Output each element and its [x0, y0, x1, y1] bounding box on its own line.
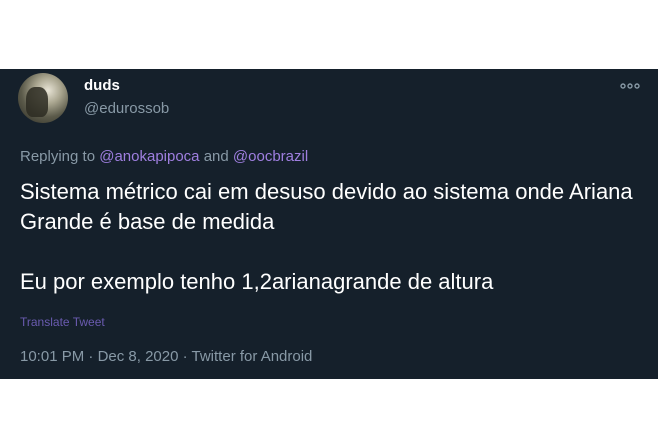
replying-conjunction: and: [199, 148, 233, 165]
translate-tweet-link[interactable]: Translate Tweet: [20, 315, 105, 329]
author-name[interactable]: duds: [84, 77, 120, 94]
tweet-time[interactable]: 10:01 PM: [20, 348, 84, 365]
mention-link-oocbrazil[interactable]: @oocbrazil: [233, 148, 308, 165]
tweet-source[interactable]: Twitter for Android: [192, 348, 313, 365]
author-handle[interactable]: @edurossob: [84, 100, 169, 117]
tweet-date[interactable]: Dec 8, 2020: [98, 348, 179, 365]
avatar[interactable]: [18, 73, 68, 123]
ellipsis-icon[interactable]: [619, 79, 641, 93]
tweet-card: duds @edurossob Replying to @anokapipoca…: [0, 69, 658, 379]
tweet-paragraph-2: Eu por exemplo tenho 1,2arianagrande de …: [20, 269, 494, 294]
replying-prefix: Replying to: [20, 148, 100, 165]
replying-to: Replying to @anokapipoca and @oocbrazil: [20, 148, 308, 165]
meta-separator: ·: [178, 348, 192, 365]
meta-separator: ·: [84, 348, 98, 365]
tweet-text: Sistema métrico cai em desuso devido ao …: [20, 177, 640, 297]
avatar-figure: [26, 87, 48, 117]
tweet-meta: 10:01 PM · Dec 8, 2020 · Twitter for And…: [20, 348, 312, 365]
tweet-paragraph-1: Sistema métrico cai em desuso devido ao …: [20, 179, 633, 234]
mention-link-anokapipoca[interactable]: @anokapipoca: [99, 148, 199, 165]
